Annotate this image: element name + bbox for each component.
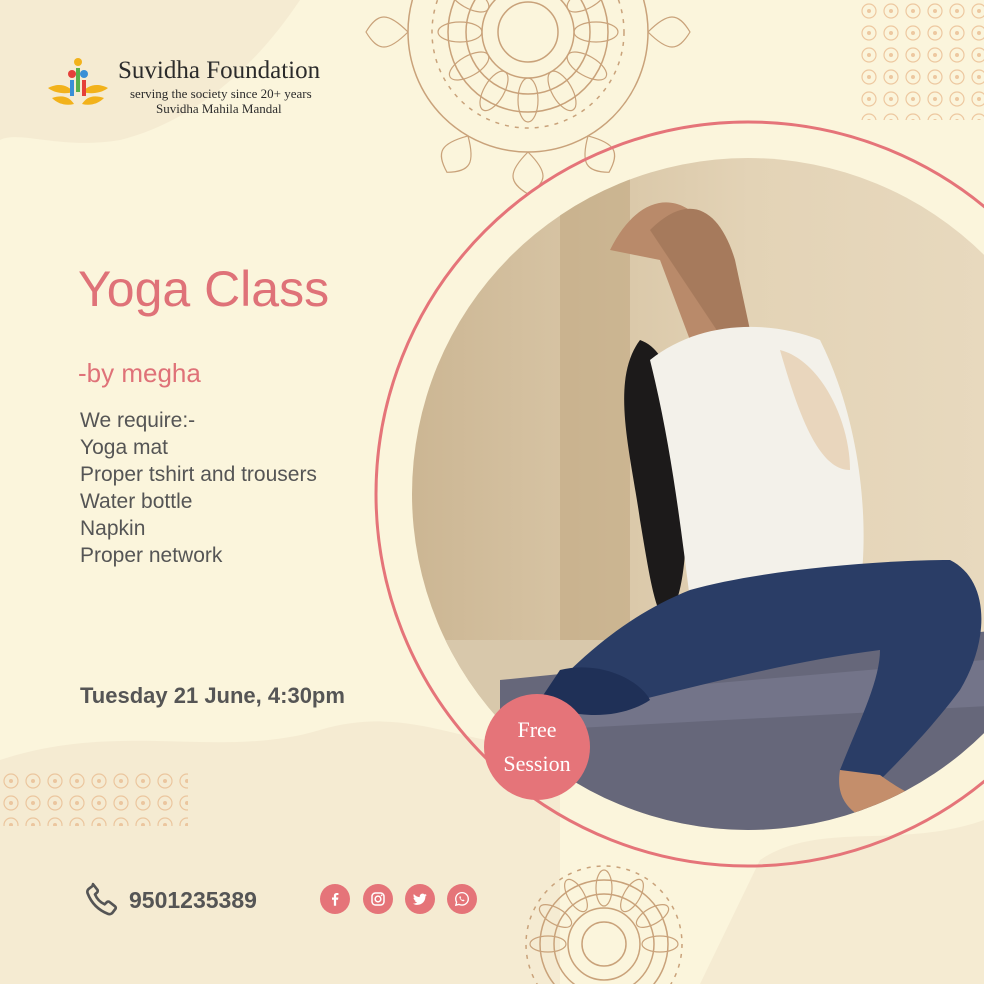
- badge-line-2: Session: [503, 751, 571, 776]
- phone-number[interactable]: 9501235389: [129, 884, 257, 916]
- brand-subtitle: Suvidha Mahila Mandal: [156, 101, 282, 116]
- badge-line-1: Free: [517, 717, 557, 742]
- list-item: Proper network: [80, 544, 223, 567]
- brand-tagline: serving the society since 20+ years: [130, 86, 312, 101]
- event-date-time: Tuesday 21 June, 4:30pm: [80, 683, 345, 708]
- facebook-icon[interactable]: [320, 884, 350, 914]
- brand-name: Suvidha Foundation: [118, 57, 321, 84]
- requirements-list: Yoga mat Proper tshirt and trousers Wate…: [80, 434, 317, 569]
- whatsapp-icon[interactable]: [447, 884, 477, 914]
- event-byline: -by megha: [78, 358, 201, 388]
- list-item: Water bottle: [80, 490, 193, 513]
- phone-icon: [86, 882, 118, 916]
- free-session-badge: Free Session: [484, 694, 590, 800]
- mandala-ornament-top: [365, 0, 691, 195]
- list-item: Proper tshirt and trousers: [80, 463, 317, 486]
- event-title: Yoga Class: [78, 261, 330, 317]
- lattice-pattern-top-right: [856, 0, 984, 120]
- poster: Suvidha Foundation serving the society s…: [0, 0, 984, 984]
- twitter-icon[interactable]: [405, 884, 435, 914]
- brand-block: Suvidha Foundation serving the society s…: [118, 56, 320, 116]
- instagram-icon[interactable]: [363, 884, 393, 914]
- list-item: Napkin: [80, 517, 146, 540]
- requirements-heading: We require:-: [80, 409, 196, 432]
- list-item: Yoga mat: [80, 436, 168, 459]
- lattice-pattern-left: [0, 768, 188, 826]
